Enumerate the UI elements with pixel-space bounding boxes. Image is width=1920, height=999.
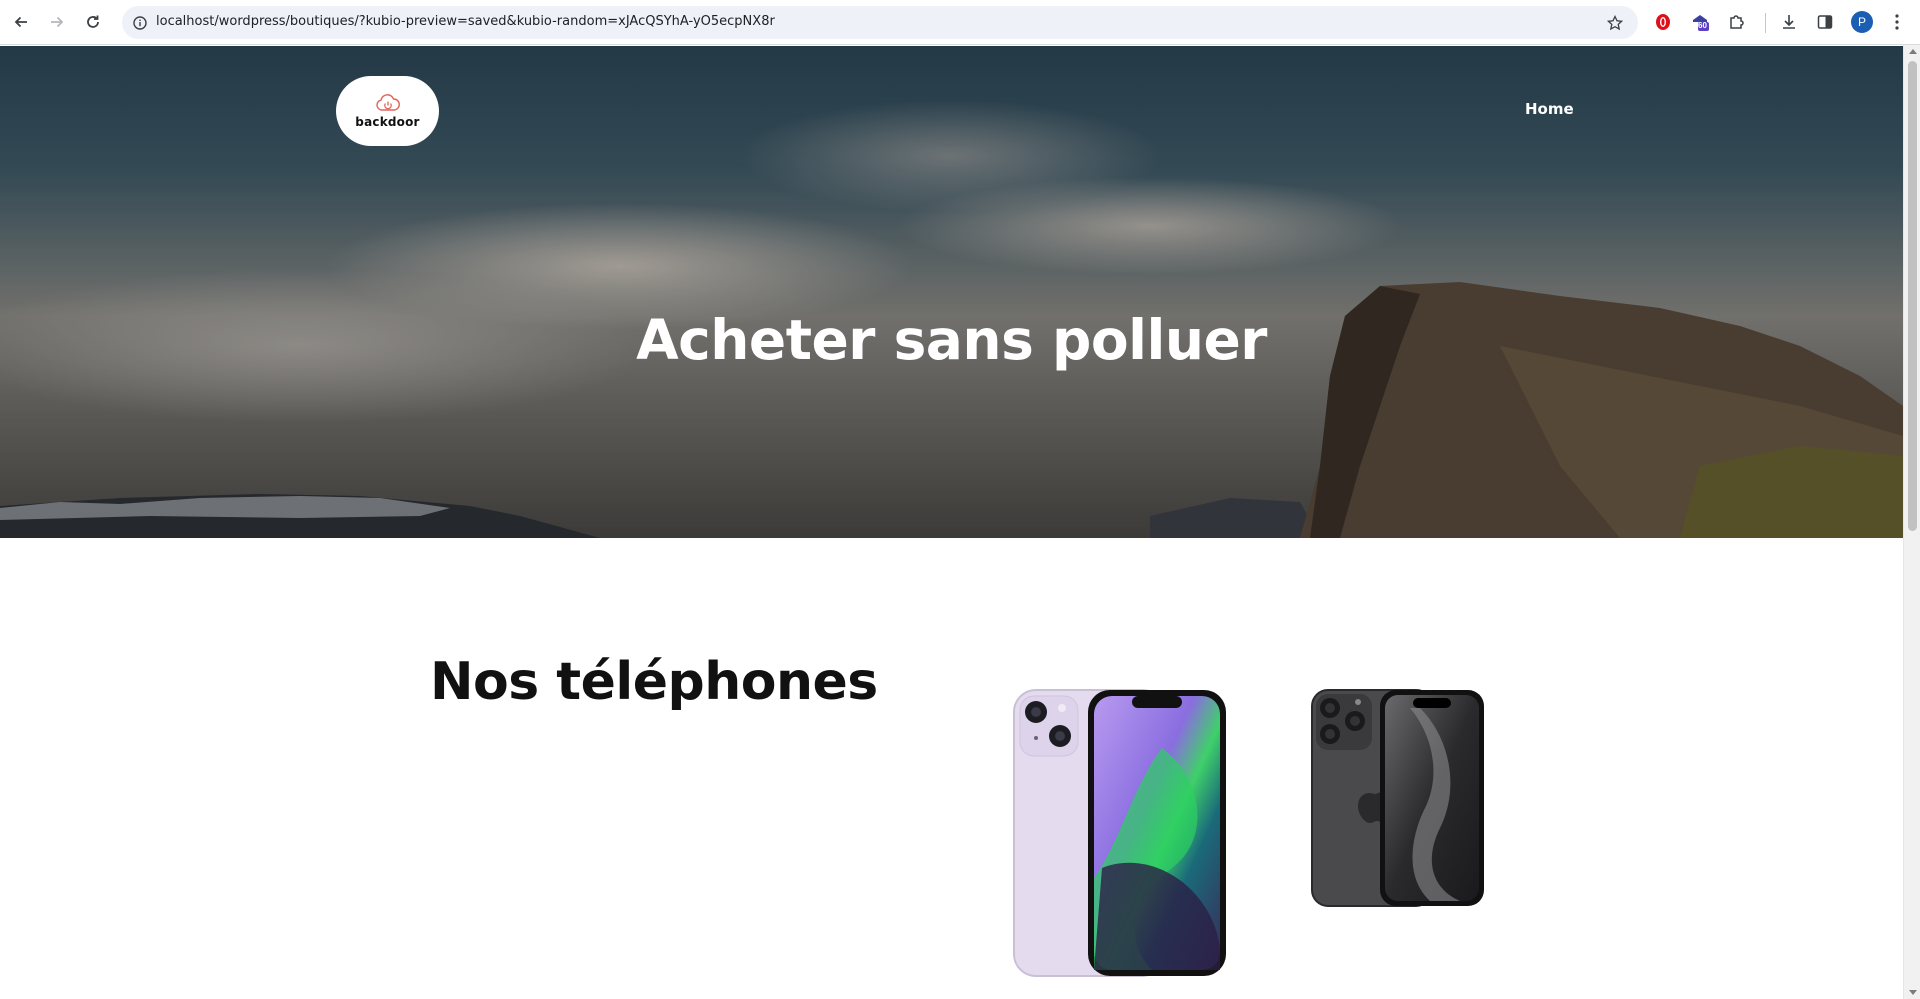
back-icon[interactable] xyxy=(8,9,34,35)
profile-avatar[interactable]: P xyxy=(1851,11,1873,33)
extension-badge-count: 60 xyxy=(1698,21,1707,30)
logo-text: backdoor xyxy=(355,115,420,129)
extension-red-icon[interactable] xyxy=(1651,10,1675,34)
site-info-icon[interactable] xyxy=(130,13,150,33)
side-panel-icon[interactable] xyxy=(1813,10,1837,34)
download-icon[interactable] xyxy=(1777,10,1801,34)
extension-badge-icon[interactable]: 60 xyxy=(1688,10,1712,34)
url-text[interactable]: localhost/wordpress/boutiques/?kubio-pre… xyxy=(156,14,775,29)
nav-home-link[interactable]: Home xyxy=(1525,100,1574,118)
product-image-iphone-15-pro[interactable] xyxy=(1310,688,1486,908)
section-title: Nos téléphones xyxy=(430,652,878,712)
browser-toolbar: localhost/wordpress/boutiques/?kubio-pre… xyxy=(0,0,1920,45)
hero-section: backdoor Home Acheter sans polluer xyxy=(0,46,1903,538)
product-image-iphone-14[interactable] xyxy=(1012,688,1228,978)
scrollbar-thumb[interactable] xyxy=(1908,61,1917,531)
menu-dots-icon[interactable] xyxy=(1885,10,1909,34)
address-bar[interactable]: localhost/wordpress/boutiques/?kubio-pre… xyxy=(122,6,1638,39)
hero-overlay xyxy=(0,46,1903,538)
forward-icon[interactable] xyxy=(44,9,70,35)
page-viewport: backdoor Home Acheter sans polluer Nos t… xyxy=(0,46,1903,999)
scroll-up-icon[interactable] xyxy=(1909,49,1917,54)
site-logo[interactable]: backdoor xyxy=(336,76,439,146)
toolbar-separator xyxy=(1765,13,1766,33)
page-scrollbar[interactable] xyxy=(1903,45,1920,999)
reload-icon[interactable] xyxy=(80,9,106,35)
bookmark-star-icon[interactable] xyxy=(1604,12,1626,34)
extensions-puzzle-icon[interactable] xyxy=(1725,10,1749,34)
scroll-down-icon[interactable] xyxy=(1909,990,1917,995)
hero-title: Acheter sans polluer xyxy=(636,308,1267,372)
cloud-power-icon xyxy=(375,94,400,111)
